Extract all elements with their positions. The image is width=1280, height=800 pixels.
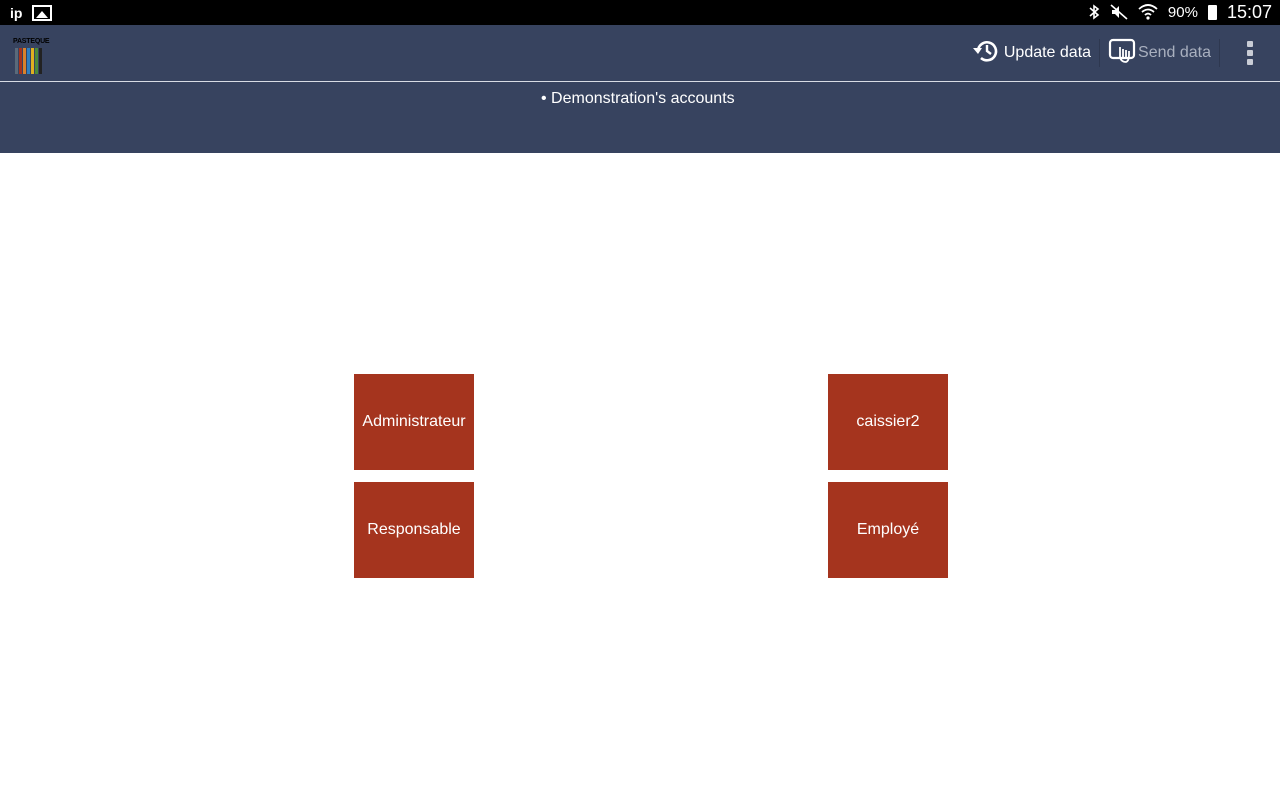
logo-bars-icon: [15, 48, 42, 74]
history-icon: [972, 36, 1002, 71]
mute-icon: [1110, 3, 1128, 22]
accounts-title: • Demonstration's accounts: [541, 90, 735, 107]
touch-send-icon: [1108, 37, 1136, 70]
status-left: ip: [10, 4, 53, 21]
overflow-menu-icon[interactable]: [1220, 25, 1280, 81]
toolbar-actions: Update data Send data: [964, 25, 1280, 81]
status-right: 90% 15:07: [1088, 2, 1272, 23]
clock: 15:07: [1226, 2, 1272, 22]
update-data-button[interactable]: Update data: [964, 33, 1099, 73]
send-data-button[interactable]: Send data: [1100, 33, 1219, 73]
battery-icon: [1207, 5, 1217, 20]
user-button-administrateur[interactable]: Administrateur: [354, 374, 474, 470]
app-logo: PASTEQUE: [13, 30, 57, 76]
update-data-label: Update data: [1003, 44, 1092, 61]
user-button-responsable[interactable]: Responsable: [354, 482, 474, 578]
send-data-label: Send data: [1138, 44, 1211, 61]
user-button-caissier2[interactable]: caissier2: [828, 374, 948, 470]
logo-text: PASTEQUE: [13, 38, 50, 45]
bluetooth-icon: [1088, 3, 1100, 22]
wifi-icon: [1138, 3, 1158, 22]
ip-indicator: ip: [10, 4, 23, 21]
gallery-icon: [32, 4, 53, 21]
status-bar: ip 90% 15:07: [0, 0, 1280, 25]
battery-percentage: 90%: [1167, 4, 1198, 21]
user-button-employe[interactable]: Employé: [828, 482, 948, 578]
accounts-header: • Demonstration's accounts: [0, 82, 1280, 153]
